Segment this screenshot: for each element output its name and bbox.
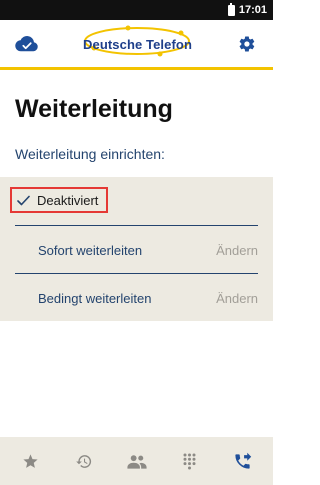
option-conditional-change-link[interactable]: Ändern [216,291,258,306]
app-header: Deutsche Telefon [0,20,273,70]
settings-button[interactable] [235,32,259,56]
status-bar: 17:01 [0,0,273,20]
bottom-navigation [0,437,273,485]
option-deactivated[interactable]: Deaktiviert [10,187,108,213]
cloud-check-icon [15,35,38,51]
logo-text: Deutsche Telefon [83,37,192,52]
nav-history[interactable] [66,443,102,479]
page-title: Weiterleitung [15,95,173,123]
gear-icon [239,35,255,52]
nav-contacts[interactable] [119,443,155,479]
option-immediate[interactable]: Sofort weiterleiten Ändern [0,235,273,265]
option-immediate-change-link[interactable]: Ändern [216,243,258,258]
star-icon [23,453,38,468]
divider [15,273,258,274]
nav-call-forwarding[interactable] [225,443,261,479]
checkmark-icon [17,195,30,205]
battery-icon [227,2,235,16]
option-conditional-label: Bedingt weiterleiten [38,290,152,306]
option-conditional[interactable]: Bedingt weiterleiten Ändern [0,283,273,313]
brand-logo: Deutsche Telefon [80,23,195,65]
history-icon [75,454,91,468]
nav-favorites[interactable] [13,443,49,479]
option-deactivated-label: Deaktiviert [37,192,99,208]
dialpad-icon [183,453,196,469]
option-immediate-label: Sofort weiterleiten [38,242,143,258]
divider [15,225,258,226]
contacts-icon [126,454,147,469]
cloud-sync-button[interactable] [14,33,40,55]
forwarding-options-list: Deaktiviert Sofort weiterleiten Ändern B… [0,177,273,321]
nav-dialpad[interactable] [172,443,208,479]
section-label: Weiterleitung einrichten: [15,146,165,162]
status-time: 17:01 [238,4,267,16]
call-forward-icon [235,452,252,469]
